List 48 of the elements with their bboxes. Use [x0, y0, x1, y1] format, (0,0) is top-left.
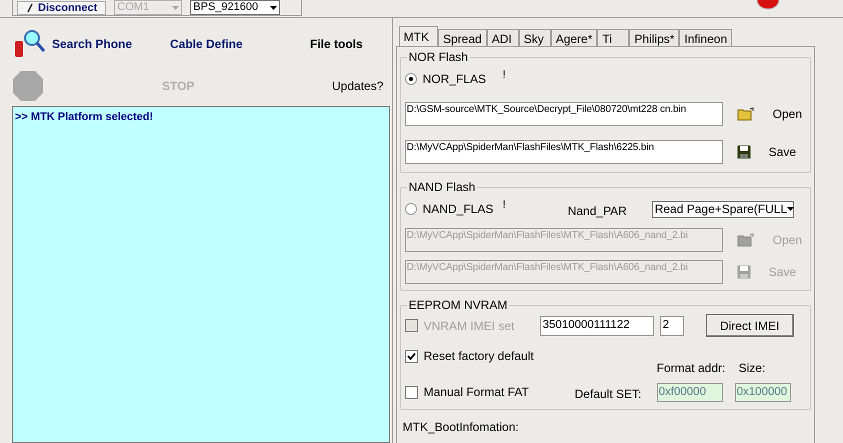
default-set-label: Default SET:: [574, 386, 642, 403]
checkbox-label: VNRAM IMEI set: [424, 318, 514, 334]
tab[interactable]: MTK: [398, 26, 438, 46]
imei-count-field[interactable]: 2: [660, 316, 684, 336]
imei-field[interactable]: 35010000111122: [540, 316, 654, 336]
checkbox[interactable]: [404, 386, 418, 398]
save-button[interactable]: Save: [764, 143, 800, 161]
folder-icon[interactable]: [736, 233, 755, 247]
tab[interactable]: Ti: [597, 29, 630, 46]
radio-label: NOR_FLAS: [422, 71, 487, 88]
search-phone-button[interactable]: Search Phone: [52, 35, 170, 53]
caret-icon[interactable]: [270, 6, 278, 10]
radio-button[interactable]: [404, 203, 417, 215]
tab[interactable]: Agere*: [550, 29, 598, 46]
tab[interactable]: Philips*: [629, 29, 680, 46]
nand-mode-dropdown[interactable]: Read Page+Spare(FULL: [652, 200, 794, 218]
file-tools-button[interactable]: File tools: [310, 35, 363, 53]
group-title: NOR Flash: [406, 50, 470, 64]
log-line: >> MTK Platform selected!: [15, 110, 154, 125]
group-title: NAND Flash: [406, 180, 478, 194]
format-address-field[interactable]: 0xf00000: [656, 382, 723, 402]
nand-part-label: Nand_PAR: [568, 203, 628, 220]
disconnect-button[interactable]: Disconnect: [17, 0, 106, 14]
file-path-field[interactable]: D:\MyVCApp\SpiderMan\FlashFiles\MTK_Flash\6225.bin: [404, 140, 723, 164]
warning-mark: !: [502, 198, 506, 213]
checkbox[interactable]: [404, 350, 418, 362]
tab[interactable]: Sky: [518, 29, 551, 46]
cable-define-button[interactable]: Cable Define: [170, 35, 310, 53]
open-button[interactable]: Open: [768, 105, 806, 123]
format-addr-label: Format addr:: [656, 360, 726, 377]
folder-icon[interactable]: [736, 107, 755, 121]
updates-link[interactable]: Updates?: [332, 77, 384, 95]
size-label: Size:: [738, 360, 766, 377]
file-path-field[interactable]: D:\GSM-source\MTK_Source\Decrypt_File\080720\mt228 cn.bin: [404, 102, 723, 126]
baud-rate-dropdown[interactable]: BPS_921600: [190, 0, 280, 15]
radio-button[interactable]: [404, 73, 417, 85]
warning-mark: !: [502, 68, 506, 83]
group-title: EEPROM NVRAM: [406, 298, 510, 312]
checkbox-label: Reset factory default: [424, 348, 534, 365]
boot-info-label: MTK_BootInfomation:: [402, 419, 520, 436]
direct-imei-button[interactable]: Direct IMEI: [706, 314, 794, 337]
radio-label: NAND_FLAS: [422, 201, 494, 218]
size-field[interactable]: 0x100000: [734, 382, 791, 402]
tab[interactable]: Spread: [438, 29, 487, 46]
tab[interactable]: Infineon: [679, 29, 732, 46]
caret-icon[interactable]: [787, 207, 794, 211]
tab[interactable]: ADI: [486, 29, 519, 46]
checkbox-label: Manual Format FAT: [424, 384, 529, 401]
